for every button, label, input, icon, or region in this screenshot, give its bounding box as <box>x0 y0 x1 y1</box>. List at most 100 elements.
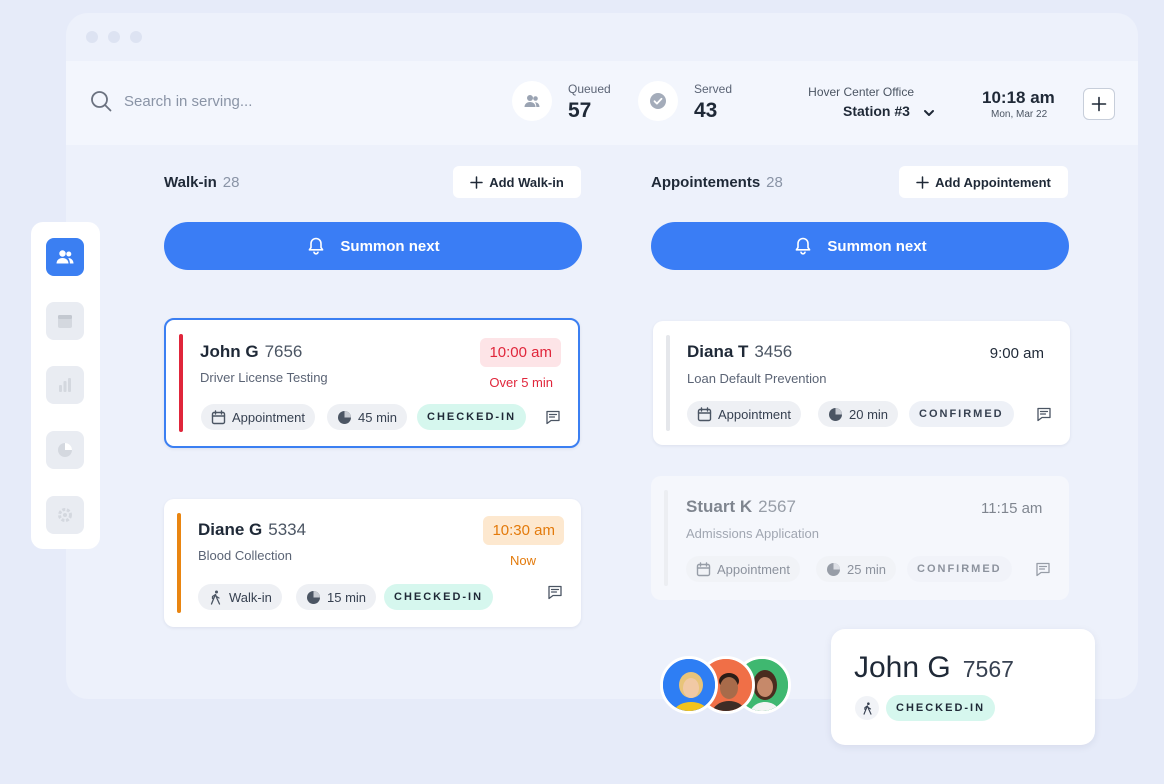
type-chip: Appointment <box>201 404 315 430</box>
served-label: Served <box>694 82 733 96</box>
bar-chart-icon <box>59 378 71 392</box>
priority-bar <box>666 335 670 431</box>
station-selector[interactable]: Station #3 <box>843 103 910 119</box>
avatar <box>660 656 718 714</box>
gear-icon <box>58 508 72 522</box>
pie-chart-icon <box>58 443 72 457</box>
timer-icon <box>829 407 842 421</box>
service-name: Loan Default Prevention <box>687 371 827 386</box>
served-value: 43 <box>694 99 718 122</box>
comment-icon[interactable] <box>1036 406 1052 422</box>
appointment-time: 11:15 am <box>981 500 1043 517</box>
priority-bar <box>179 334 183 432</box>
walking-icon <box>210 590 221 605</box>
walkin-header: Walk-in 28 <box>164 174 239 191</box>
appointments-title: Appointements <box>651 174 761 191</box>
service-name: Blood Collection <box>198 548 292 563</box>
type-chip: Appointment <box>687 401 801 427</box>
sidebar-item-settings[interactable] <box>46 496 84 534</box>
customer-name: Diana T 3456 <box>687 342 792 362</box>
appointments-header: Appointements 28 <box>651 174 783 191</box>
add-button[interactable] <box>1083 88 1115 120</box>
sidebar-item-reports[interactable] <box>46 366 84 404</box>
customer-name-text: John G <box>200 342 259 361</box>
summon-next-walkin-button[interactable]: Summon next <box>164 222 582 270</box>
duration-chip: 15 min <box>296 584 377 610</box>
appointment-time: 10:30 am <box>483 516 564 545</box>
bell-icon <box>796 237 811 255</box>
comment-icon[interactable] <box>545 409 561 425</box>
search-input[interactable]: Search in serving... <box>124 93 252 110</box>
service-name: Admissions Application <box>686 526 819 541</box>
timer-icon <box>338 410 351 424</box>
ticket-number: 7656 <box>264 342 303 361</box>
timer-icon <box>307 590 320 604</box>
now-serving-number: 7567 <box>962 656 1014 682</box>
type-chip: Walk-in <box>198 584 282 610</box>
walkin-card[interactable]: John G 7656 Driver License Testing 10:00 … <box>164 318 580 448</box>
now-serving-card[interactable]: John G 7567 CHECKED-IN <box>831 629 1095 745</box>
duration-chip: 25 min <box>816 556 897 582</box>
window-dot-maximize[interactable] <box>130 31 142 43</box>
plus-icon <box>470 175 483 189</box>
appointment-time: 9:00 am <box>989 345 1044 362</box>
customer-name-text: Diana T <box>687 342 749 361</box>
duration-label: 20 min <box>849 406 889 422</box>
service-name: Driver License Testing <box>200 370 328 385</box>
wait-status: Over 5 min <box>489 375 553 390</box>
timer-icon <box>827 562 840 576</box>
sidebar-item-calendar[interactable] <box>46 302 84 340</box>
comment-icon[interactable] <box>1035 561 1051 577</box>
summon-next-appointment-button[interactable]: Summon next <box>651 222 1069 270</box>
clock-time: 10:18 am <box>982 88 1055 107</box>
appointment-card[interactable]: Stuart K 2567 Admissions Application 11:1… <box>651 476 1069 600</box>
calendar-icon <box>697 406 712 421</box>
status-badge: CONFIRMED <box>909 401 1014 427</box>
sidebar-item-users[interactable] <box>46 238 84 276</box>
chevron-down-icon[interactable] <box>922 106 936 120</box>
comment-icon[interactable] <box>547 584 563 600</box>
customer-name: John G 7656 <box>200 342 302 362</box>
sidebar-item-analytics[interactable] <box>46 431 84 469</box>
walkin-card[interactable]: Diane G 5334 Blood Collection 10:30 am No… <box>164 499 581 627</box>
users-icon <box>56 250 74 264</box>
ticket-number: 3456 <box>754 342 793 361</box>
app-window: Search in serving... Queued 57 Served 43… <box>66 13 1138 699</box>
duration-chip: 45 min <box>327 404 408 430</box>
summon-next-label: Summon next <box>827 237 927 255</box>
queued-icon <box>512 81 552 121</box>
type-label: Appointment <box>232 409 305 425</box>
customer-name: Diane G 5334 <box>198 520 306 540</box>
summon-next-label: Summon next <box>340 237 440 255</box>
plus-icon <box>916 175 929 189</box>
add-appointment-label: Add Appointement <box>935 174 1051 190</box>
add-walkin-button[interactable]: Add Walk-in <box>453 166 581 198</box>
duration-chip: 20 min <box>818 401 899 427</box>
calendar-icon <box>211 409 226 424</box>
top-bar: Search in serving... Queued 57 Served 43… <box>66 61 1138 145</box>
office-name: Hover Center Office <box>808 85 914 99</box>
sidebar <box>31 222 100 549</box>
status-badge: CHECKED-IN <box>886 695 996 721</box>
window-dot-close[interactable] <box>86 31 98 43</box>
bell-icon <box>309 237 324 255</box>
walkin-count: 28 <box>222 174 240 191</box>
type-label: Walk-in <box>229 589 272 605</box>
window-dot-minimize[interactable] <box>108 31 120 43</box>
add-walkin-label: Add Walk-in <box>489 174 564 190</box>
plus-icon <box>1091 96 1107 112</box>
ticket-number: 5334 <box>268 520 307 539</box>
served-icon <box>638 81 678 121</box>
type-label: Appointment <box>718 406 791 422</box>
ticket-number: 2567 <box>758 497 796 516</box>
appointments-count: 28 <box>766 174 783 191</box>
customer-name-text: Stuart K <box>686 497 753 516</box>
walkin-title: Walk-in <box>164 174 217 191</box>
search-icon <box>91 91 112 112</box>
type-label: Appointment <box>717 561 790 577</box>
appointment-card[interactable]: Diana T 3456 Loan Default Prevention 9:00… <box>653 321 1070 445</box>
add-appointment-button[interactable]: Add Appointement <box>899 166 1068 198</box>
customer-name-text: Diane G <box>198 520 263 539</box>
type-chip: Appointment <box>686 556 800 582</box>
duration-label: 45 min <box>358 409 398 425</box>
